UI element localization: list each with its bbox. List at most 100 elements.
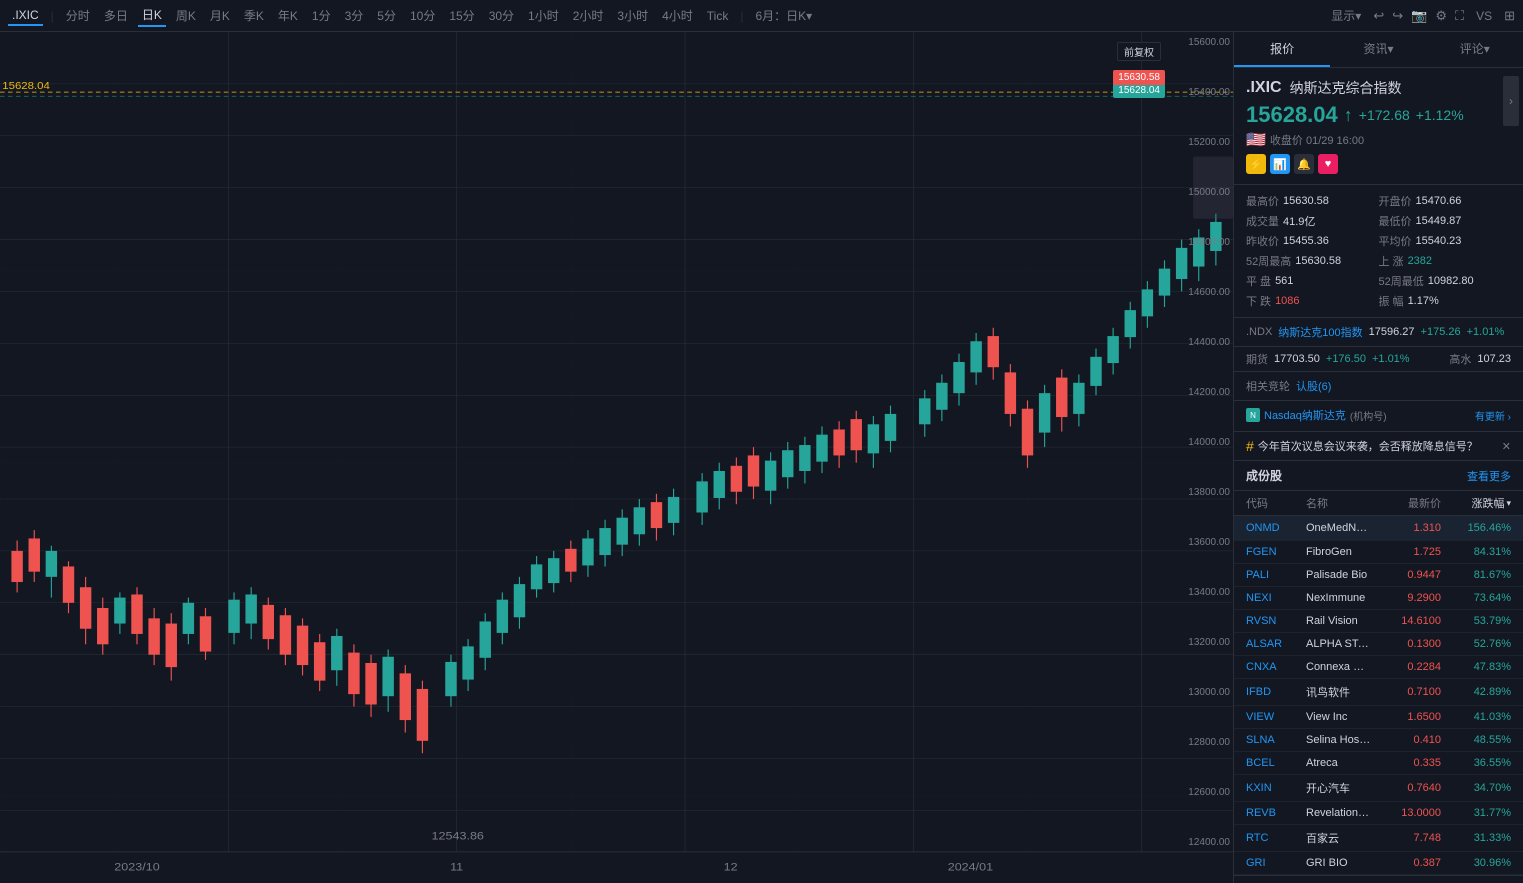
camera-icon[interactable]: 📷 — [1411, 8, 1427, 24]
toolbar-right: 显示▾ ↩ ↪ 📷 ⚙ ⛶ VS ⊞ — [1327, 5, 1515, 26]
collapse-button[interactable]: › — [1503, 76, 1519, 126]
table-row[interactable]: GRI GRI BIO 0.387 30.96% — [1234, 852, 1523, 875]
cell-price: 9.2900 — [1371, 592, 1441, 604]
svg-text:2024/01: 2024/01 — [948, 860, 994, 873]
tf-yuek[interactable]: 月K — [206, 5, 234, 26]
main-layout: 前复权 — [0, 32, 1523, 883]
vs-button[interactable]: VS — [1472, 7, 1496, 25]
cell-name: Rail Vision — [1306, 615, 1371, 627]
price-14400: 14400.00 — [1168, 337, 1230, 348]
table-row[interactable]: KXIN 开心汽车 0.7640 34.70% — [1234, 775, 1523, 802]
col-change-header[interactable]: 涨跌幅▾ — [1441, 495, 1511, 511]
stat-up-count: 上 涨 2382 — [1379, 251, 1512, 271]
stock-ticker: .IXIC — [1246, 79, 1282, 97]
tf-zhouk[interactable]: 周K — [172, 5, 200, 26]
close-date: 收盘价 01/29 16:00 — [1270, 132, 1364, 148]
cell-name: GRI BIO — [1306, 857, 1371, 869]
table-row[interactable]: IFBD 讯鸟软件 0.7100 42.89% — [1234, 679, 1523, 706]
tf-tick[interactable]: Tick — [703, 7, 733, 25]
tf-1h[interactable]: 1小时 — [524, 5, 563, 26]
tf-duori[interactable]: 多日 — [100, 5, 132, 26]
news-source-sub: (机构号) — [1350, 408, 1387, 423]
components-more-link[interactable]: 查看更多 — [1467, 468, 1511, 484]
expand-icon[interactable]: ⛶ — [1455, 8, 1464, 24]
tf-5min[interactable]: 5分 — [373, 5, 400, 26]
tf-30min[interactable]: 30分 — [485, 5, 518, 26]
alert-close-button[interactable]: ✕ — [1502, 440, 1511, 453]
price-14000: 14000.00 — [1168, 437, 1230, 448]
nasdaq-icon: N — [1246, 408, 1260, 422]
settings-icon[interactable]: ⚙ — [1435, 8, 1447, 24]
ticker-label[interactable]: .IXIC — [8, 6, 43, 26]
news-item: N Nasdaq纳斯达克 (机构号) 有更新 › — [1234, 401, 1523, 432]
price-14200: 14200.00 — [1168, 387, 1230, 398]
redo-icon[interactable]: ↪ — [1392, 8, 1403, 24]
table-row[interactable]: NEXI NexImmune 9.2900 73.64% — [1234, 587, 1523, 610]
stat-down-count: 下 跌 1086 — [1246, 291, 1379, 311]
table-row[interactable]: PALI Palisade Bio 0.9447 81.67% — [1234, 564, 1523, 587]
tf-2h[interactable]: 2小时 — [569, 5, 608, 26]
cell-name: View Inc — [1306, 711, 1371, 723]
tf-3h[interactable]: 3小时 — [613, 5, 652, 26]
tab-quote[interactable]: 报价 — [1234, 32, 1330, 67]
tf-4h[interactable]: 4小时 — [658, 5, 697, 26]
stock-change-pct: +1.12% — [1416, 107, 1464, 123]
cell-code: RTC — [1246, 832, 1306, 844]
table-row[interactable]: FGEN FibroGen 1.725 84.31% — [1234, 541, 1523, 564]
related-link[interactable]: 认股(6) — [1296, 378, 1331, 394]
cell-name: Revelation Bios — [1306, 807, 1371, 819]
table-row[interactable]: SLNA Selina Hospitali 0.410 48.55% — [1234, 729, 1523, 752]
undo-icon[interactable]: ↩ — [1373, 8, 1384, 24]
price-12600: 12600.00 — [1168, 787, 1230, 798]
tf-fenshi[interactable]: 分时 — [62, 5, 94, 26]
tf-rik[interactable]: 日K — [138, 4, 166, 27]
news-source-name[interactable]: Nasdaq纳斯达克 — [1264, 407, 1346, 423]
cell-name: 百家云 — [1306, 830, 1371, 846]
news-update[interactable]: 有更新 › — [1475, 408, 1511, 423]
chart-area[interactable]: 前复权 — [0, 32, 1233, 883]
cell-code: FGEN — [1246, 546, 1306, 558]
tf-10min[interactable]: 10分 — [406, 5, 439, 26]
stock-change-abs: +172.68 — [1359, 107, 1410, 123]
cell-price: 1.725 — [1371, 546, 1441, 558]
stat-open: 开盘价 15470.66 — [1379, 191, 1512, 211]
ndx-name-link[interactable]: 纳斯达克100指数 — [1278, 324, 1362, 340]
tf-jik[interactable]: 季K — [240, 5, 268, 26]
grid-icon[interactable]: ⊞ — [1504, 8, 1515, 24]
chart-icon[interactable]: 📊 — [1270, 154, 1290, 174]
cell-change: 52.76% — [1441, 638, 1511, 650]
cell-price: 0.7640 — [1371, 782, 1441, 794]
futures-high-value: 107.23 — [1477, 353, 1511, 365]
ndx-change: +175.26 — [1421, 326, 1461, 338]
tf-15min[interactable]: 15分 — [445, 5, 478, 26]
lightning-icon[interactable]: ⚡ — [1246, 154, 1266, 174]
cell-name: Selina Hospitali — [1306, 734, 1371, 746]
table-row[interactable]: VIEW View Inc 1.6500 41.03% — [1234, 706, 1523, 729]
table-row[interactable]: RTC 百家云 7.748 31.33% — [1234, 825, 1523, 852]
table-row[interactable]: ONMD OneMedNet i 1.310 156.46% — [1234, 516, 1523, 541]
table-row[interactable]: CNXA Connexa Sports 0.2284 47.83% — [1234, 656, 1523, 679]
tf-3min[interactable]: 3分 — [341, 5, 368, 26]
tab-news[interactable]: 资讯▾ — [1330, 32, 1426, 67]
svg-text:15628.04: 15628.04 — [2, 81, 50, 92]
bell-icon[interactable]: 🔔 — [1294, 154, 1314, 174]
tf-niank[interactable]: 年K — [274, 5, 302, 26]
price-15200: 15200.00 — [1168, 137, 1230, 148]
price-13400: 13400.00 — [1168, 587, 1230, 598]
tab-comments[interactable]: 评论▾ — [1427, 32, 1523, 67]
table-row[interactable]: BCEL Atreca 0.335 36.55% — [1234, 752, 1523, 775]
tf-1min[interactable]: 1分 — [308, 5, 335, 26]
cell-change: 81.67% — [1441, 569, 1511, 581]
display-button[interactable]: 显示▾ — [1327, 5, 1365, 26]
date-range-selector[interactable]: 6月：日K▾ — [751, 5, 816, 26]
cell-name: Connexa Sports — [1306, 661, 1371, 673]
prev-close-badge: 前复权 — [1117, 42, 1161, 61]
table-row[interactable]: ALSAR ALPHA STAR Ai 0.1300 52.76% — [1234, 633, 1523, 656]
cell-code: ALSAR — [1246, 638, 1306, 650]
cell-name: NexImmune — [1306, 592, 1371, 604]
heart-icon[interactable]: ♥ — [1318, 154, 1338, 174]
table-row[interactable]: RVSN Rail Vision 14.6100 53.79% — [1234, 610, 1523, 633]
price-axis: 15600.00 15400.00 15200.00 15000.00 1480… — [1165, 32, 1233, 853]
stat-avg: 平均价 15540.23 — [1379, 231, 1512, 251]
table-row[interactable]: REVB Revelation Bios 13.0000 31.77% — [1234, 802, 1523, 825]
